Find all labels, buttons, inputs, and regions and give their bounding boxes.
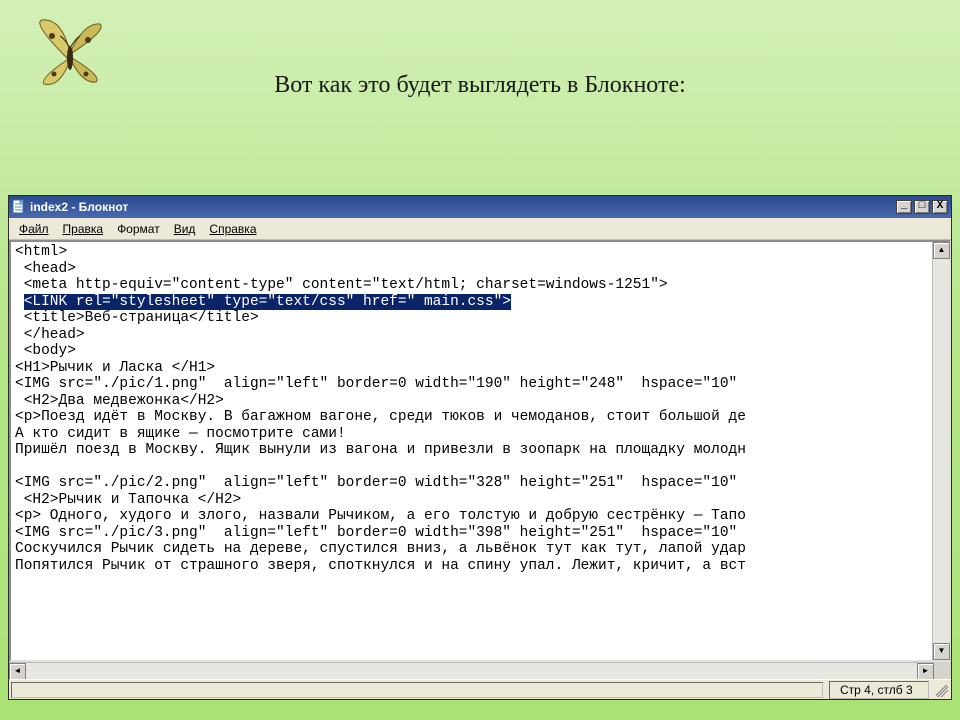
scroll-corner (934, 662, 951, 679)
window-title: index2 - Блокнот (30, 200, 896, 214)
menu-format-label: Формат (117, 222, 160, 236)
slide-caption: Вот как это будет выглядеть в Блокноте: (274, 72, 686, 99)
menu-help[interactable]: Справка (203, 220, 262, 238)
menu-help-label: Справка (209, 222, 256, 236)
menu-file[interactable]: Файл (13, 220, 55, 238)
menu-edit[interactable]: Правка (57, 220, 110, 238)
window-controls: _ □ X (896, 200, 948, 214)
menu-edit-label: Правка (63, 222, 104, 236)
notepad-window: index2 - Блокнот _ □ X Файл Правка Форма… (8, 195, 952, 700)
titlebar[interactable]: index2 - Блокнот _ □ X (9, 196, 951, 218)
slide-caption-wrap: Вот как это будет выглядеть в Блокноте: (0, 72, 960, 99)
minimize-button[interactable]: _ (896, 200, 912, 214)
scrollbar-vertical[interactable]: ▲ ▼ (932, 242, 949, 660)
status-cursor-position: Стр 4, стлб 3 (829, 681, 929, 699)
notepad-icon (12, 199, 26, 215)
selected-text: <LINK rel="stylesheet" type="text/css" h… (24, 294, 511, 310)
scroll-up-icon[interactable]: ▲ (933, 242, 950, 259)
status-spacer (11, 682, 823, 698)
scroll-right-icon[interactable]: ► (917, 663, 934, 680)
scrollbar-horizontal[interactable]: ◄ ► (9, 662, 934, 679)
menu-format[interactable]: Формат (111, 220, 166, 238)
menubar: Файл Правка Формат Вид Справка (9, 218, 951, 240)
maximize-button[interactable]: □ (914, 200, 930, 214)
scroll-down-icon[interactable]: ▼ (933, 643, 950, 660)
menu-view[interactable]: Вид (168, 220, 202, 238)
menu-file-label: Файл (19, 222, 49, 236)
resize-grip-icon[interactable] (933, 682, 949, 698)
scroll-left-icon[interactable]: ◄ (9, 663, 26, 680)
close-button[interactable]: X (932, 200, 948, 214)
editor-area: <html> <head> <meta http-equiv="content-… (9, 240, 951, 662)
text-editor[interactable]: <html> <head> <meta http-equiv="content-… (11, 242, 932, 660)
menu-view-label: Вид (174, 222, 196, 236)
statusbar: Стр 4, стлб 3 (9, 679, 951, 699)
slide-background: Вот как это будет выглядеть в Блокноте: … (0, 0, 960, 720)
